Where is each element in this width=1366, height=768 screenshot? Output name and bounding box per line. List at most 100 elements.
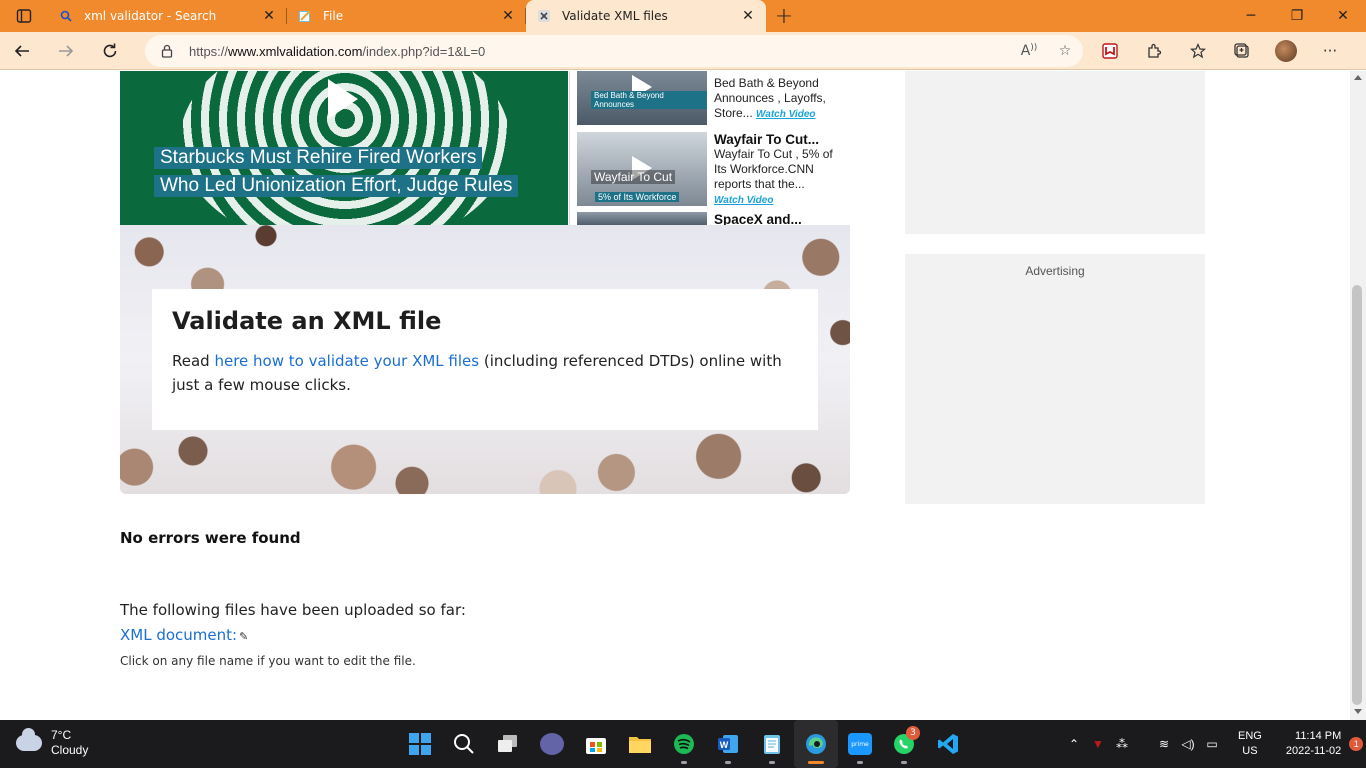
battery-icon[interactable]: ▭ — [1202, 737, 1222, 751]
advertisement-top — [905, 71, 1205, 234]
running-indicator — [808, 761, 824, 764]
word-button[interactable]: W — [706, 720, 750, 768]
add-favorite-icon[interactable]: ☆ — [1047, 43, 1083, 59]
close-icon[interactable]: ✕ — [500, 8, 516, 24]
xml-document-link[interactable]: XML document: — [120, 626, 237, 644]
language-indicator[interactable]: ENG US — [1238, 729, 1262, 759]
video-item-spacex[interactable]: SpaceX and... — [577, 212, 857, 225]
address-bar[interactable]: https://www.xmlvalidation.com/index.php?… — [145, 35, 1083, 67]
running-indicator — [857, 761, 863, 764]
refresh-button[interactable] — [88, 32, 132, 70]
tab-actions-button[interactable] — [0, 0, 48, 32]
video-item-wayfair[interactable]: Wayfair To Cut 5% of Its Workforce Wayfa… — [577, 132, 857, 206]
page-title: Validate an XML file — [172, 307, 442, 335]
collections-icon[interactable] — [1220, 32, 1264, 70]
forward-button[interactable] — [44, 32, 88, 70]
notification-badge[interactable]: 1 — [1349, 737, 1364, 751]
wifi-icon[interactable]: ≋ — [1154, 737, 1174, 751]
tray-app-icon[interactable]: ⁂ — [1112, 737, 1132, 751]
tab-title: xml validator - Search — [84, 9, 217, 23]
video-thumbnail[interactable] — [577, 212, 707, 225]
scrollbar-thumb[interactable] — [1352, 285, 1362, 705]
start-button[interactable] — [398, 720, 442, 768]
url-host: www.xmlvalidation.com — [228, 43, 363, 59]
close-window-button[interactable]: ✕ — [1320, 0, 1366, 32]
lock-icon[interactable] — [145, 44, 189, 58]
weather-description: Cloudy — [51, 743, 89, 757]
edit-hint: Click on any file name if you want to ed… — [120, 654, 416, 668]
spotify-button[interactable] — [662, 720, 706, 768]
mcafee-extension-icon[interactable] — [1088, 32, 1132, 70]
video-title[interactable]: SpaceX and... — [714, 212, 834, 225]
prime-video-icon: prime — [848, 733, 872, 755]
task-view-icon — [498, 735, 517, 752]
folder-icon — [629, 737, 651, 753]
vscode-button[interactable] — [926, 720, 970, 768]
url-text[interactable]: https://www.xmlvalidation.com/index.php?… — [189, 44, 1011, 59]
scroll-down-icon[interactable] — [1354, 709, 1362, 714]
clock[interactable]: 11:14 PM 2022-11-02 — [1286, 729, 1341, 759]
minimize-button[interactable]: ─ — [1228, 0, 1274, 32]
tab-search[interactable]: xml validator - Search ✕ — [48, 0, 287, 32]
task-view-button[interactable] — [486, 720, 530, 768]
video-thumbnail[interactable]: Wayfair To Cut 5% of Its Workforce — [577, 132, 707, 206]
volume-icon[interactable]: ◁) — [1178, 737, 1198, 751]
word-icon: W — [718, 735, 738, 753]
watch-video-link[interactable]: Watch Video — [756, 109, 815, 120]
profile-avatar[interactable] — [1275, 40, 1297, 62]
how-to-validate-link[interactable]: here how to validate your XML files — [214, 352, 479, 370]
hero-banner: Validate an XML file Read here how to va… — [120, 225, 850, 494]
restore-button[interactable]: ❐ — [1274, 0, 1320, 32]
extensions-icon[interactable] — [1132, 32, 1176, 70]
browser-toolbar: https://www.xmlvalidation.com/index.php?… — [0, 32, 1366, 70]
teams-chat-button[interactable] — [530, 720, 574, 768]
video-caption-line2: Who Led Unionization Effort, Judge Rules — [154, 175, 519, 197]
close-icon[interactable]: ✕ — [261, 8, 277, 24]
search-button[interactable] — [442, 720, 486, 768]
read-aloud-icon[interactable]: A)) — [1011, 43, 1047, 59]
more-options-icon[interactable]: ··· — [1308, 32, 1352, 70]
video-caption-line1: Starbucks Must Rehire Fired Workers — [154, 147, 483, 169]
clock-time: 11:14 PM — [1295, 730, 1342, 742]
running-indicator — [725, 761, 731, 764]
video-snippet: Wayfair To Cut , 5% of Its Workforce.CNN… — [714, 147, 833, 191]
taskbar-apps: W prime 3 — [398, 720, 970, 768]
hero-description: Read here how to validate your XML files… — [172, 349, 798, 397]
tab-file[interactable]: File ✕ — [287, 0, 526, 32]
new-tab-button[interactable]: + — [766, 0, 802, 32]
notepad-button[interactable] — [750, 720, 794, 768]
running-indicator — [681, 761, 687, 764]
mcafee-tray-icon[interactable]: ▼ — [1088, 737, 1108, 751]
notepad-icon — [764, 735, 780, 754]
video-thumbnail[interactable]: Bed Bath & Beyond Announces — [577, 71, 707, 125]
url-path: /index.php?id=1&L=0 — [362, 43, 486, 59]
play-icon[interactable] — [328, 79, 358, 119]
show-hidden-icons-chevron[interactable]: ⌃ — [1064, 737, 1084, 751]
whatsapp-button[interactable]: 3 — [882, 720, 926, 768]
hero-text-before: Read — [172, 352, 215, 370]
video-item-bed-bath[interactable]: Bed Bath & Beyond Announces Bed Bath & B… — [577, 71, 857, 125]
scroll-up-icon[interactable] — [1354, 75, 1362, 80]
tab-validate-xml[interactable]: Validate XML files ✕ — [526, 0, 766, 32]
prime-video-button[interactable]: prime — [838, 720, 882, 768]
windows-taskbar: 7°C Cloudy W prime 3 ⌃ ▼ ⁂ ≋ ◁) ▭ ENG US… — [0, 720, 1366, 768]
video-title[interactable]: Wayfair To Cut... — [714, 132, 834, 147]
favorites-icon[interactable] — [1176, 32, 1220, 70]
validation-result: No errors were found — [120, 529, 301, 547]
microsoft-store-button[interactable] — [574, 720, 618, 768]
weather-widget[interactable]: 7°C Cloudy — [16, 728, 88, 758]
thumb-caption: Wayfair To Cut — [591, 170, 676, 184]
featured-video[interactable]: Starbucks Must Rehire Fired Workers Who … — [120, 71, 568, 225]
edge-icon — [806, 734, 826, 754]
close-icon[interactable]: ✕ — [740, 8, 756, 24]
watch-video-link[interactable]: Watch Video — [714, 195, 773, 206]
thumb-caption-2: 5% of Its Workforce — [595, 192, 680, 202]
page-scrollbar[interactable] — [1350, 71, 1366, 720]
tab-title: Validate XML files — [562, 9, 668, 23]
edge-button[interactable] — [794, 720, 838, 768]
cloud-icon — [16, 728, 42, 751]
back-arrow-icon — [14, 44, 29, 57]
file-explorer-button[interactable] — [618, 720, 662, 768]
search-icon — [58, 8, 74, 24]
back-button[interactable] — [0, 32, 44, 70]
